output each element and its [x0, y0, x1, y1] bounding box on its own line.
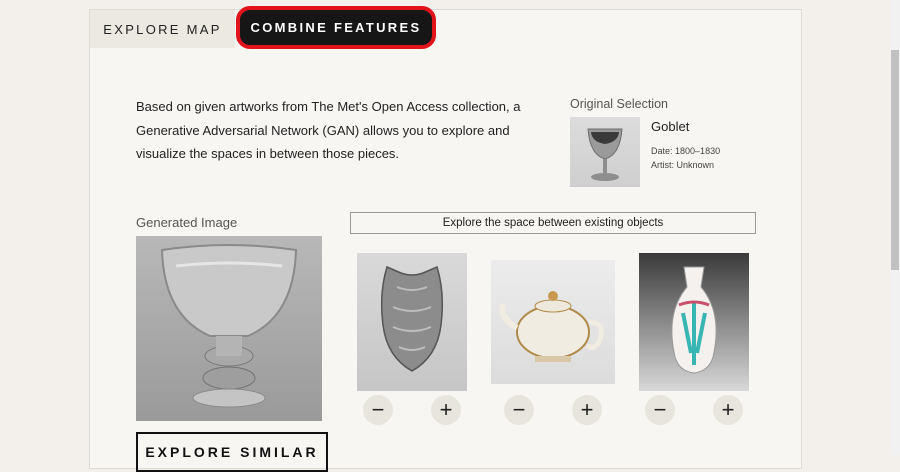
- teapot-minus-button[interactable]: −: [504, 395, 534, 425]
- page-scrollbar[interactable]: [890, 0, 900, 455]
- generated-image-title: Generated Image: [136, 215, 238, 230]
- original-name: Goblet: [651, 119, 690, 134]
- vase-minus-button[interactable]: −: [645, 395, 675, 425]
- generated-image: [136, 236, 322, 421]
- object-teapot[interactable]: [491, 260, 615, 384]
- teapot-plus-button[interactable]: +: [572, 395, 602, 425]
- artist-label: Artist:: [651, 160, 675, 170]
- vase-plus-button[interactable]: +: [713, 395, 743, 425]
- breastplate-icon: [380, 265, 444, 372]
- date-label: Date:: [651, 146, 673, 156]
- generated-goblet-icon: [160, 244, 298, 408]
- date-value: 1800–1830: [675, 146, 721, 156]
- tab-explore-map[interactable]: Explore Map: [90, 10, 235, 48]
- explore-similar-button[interactable]: Explore Similar: [136, 432, 328, 472]
- teapot-icon: [499, 291, 604, 362]
- intro-text: Based on given artworks from The Met's O…: [136, 99, 521, 161]
- original-selection-title: Original Selection: [570, 97, 668, 111]
- object-breastplate[interactable]: [357, 253, 467, 391]
- breastplate-minus-button[interactable]: −: [363, 395, 393, 425]
- original-date: Date: 1800–1830: [651, 146, 720, 156]
- combine-panel: Explore Map Combine Features Based on gi…: [89, 6, 802, 472]
- scrollbar-thumb[interactable]: [891, 50, 899, 270]
- goblet-thumbnail[interactable]: [570, 117, 640, 187]
- breastplate-plus-button[interactable]: +: [431, 395, 461, 425]
- vase-icon: [671, 266, 717, 374]
- goblet-icon: [587, 128, 623, 181]
- original-artist: Artist: Unknown: [651, 160, 714, 170]
- explore-space-label: Explore the space between existing objec…: [350, 212, 756, 234]
- object-vase[interactable]: [639, 253, 749, 391]
- tab-combine-features[interactable]: Combine Features: [236, 6, 436, 49]
- artist-value: Unknown: [676, 160, 715, 170]
